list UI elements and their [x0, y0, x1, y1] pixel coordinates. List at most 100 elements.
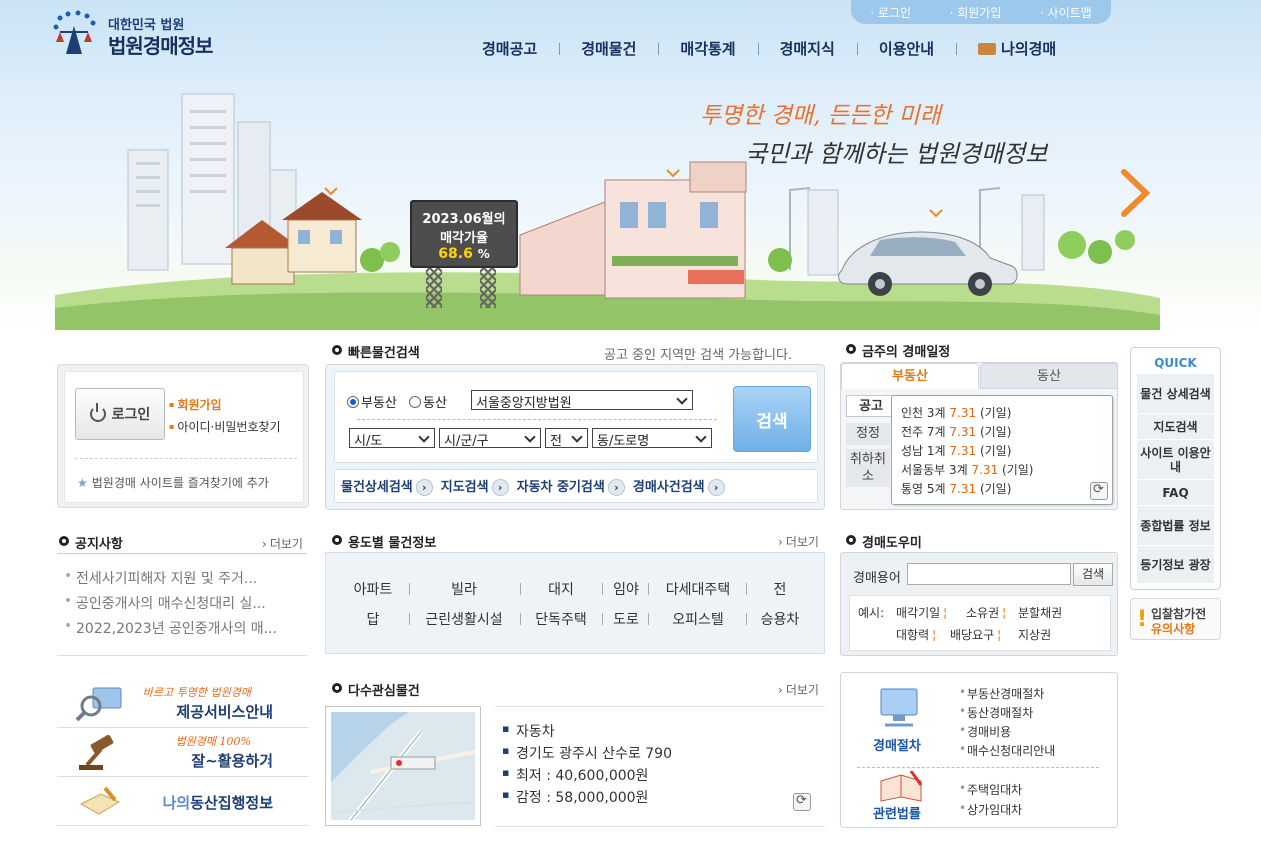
quick-registry-square[interactable]: 등기정보 광장 [1137, 546, 1214, 584]
usage-link-car[interactable]: 승용차 [750, 609, 810, 629]
nav-my-auction[interactable]: 나의경매 [956, 38, 1078, 59]
example-term[interactable]: 배당요구 [950, 626, 1001, 643]
usage-tips-banner[interactable]: 법원경매 100% 잘~활용하기 › [57, 729, 309, 777]
law-link[interactable]: 주택임대차 [959, 781, 1022, 798]
term-search-button[interactable]: 검색 [1073, 563, 1113, 586]
nav-auction-notice[interactable]: 경매공고 [460, 38, 559, 59]
usage-link-neighborhood[interactable]: 근린생활시설 [412, 609, 516, 629]
banner-label: 제공서비스안내 [176, 703, 273, 721]
divider [602, 583, 603, 595]
quick-faq[interactable]: FAQ [1137, 480, 1214, 506]
usage-link-land[interactable]: 대지 [524, 579, 598, 599]
quick-legal-info[interactable]: 종합법률 정보 [1137, 506, 1214, 546]
exclamation-icon: ! [1137, 607, 1148, 632]
usage-link-paddy[interactable]: 답 [340, 609, 406, 629]
billboard-rate-value: 68.6 [438, 246, 473, 262]
site-logo[interactable]: 대한민국 법원 법원경매정보 [52, 10, 232, 60]
next-slide-arrow-icon[interactable] [1118, 168, 1152, 218]
usage-link-apartment[interactable]: 아파트 [340, 579, 406, 599]
procedure-link[interactable]: 동산경매절차 [959, 704, 1033, 721]
law-link[interactable]: 상가임대차 [959, 801, 1022, 818]
divider [495, 706, 825, 707]
usage-link-house[interactable]: 단독주택 [524, 609, 598, 629]
add-favorite-label: 법원경매 사이트를 즐겨찾기에 추가 [91, 476, 269, 490]
popular-more-link[interactable]: 더보기 [778, 681, 819, 698]
find-id-password-link[interactable]: 아이디·비밀번호찾기 [169, 418, 280, 435]
usage-link-multiplex[interactable]: 다세대주택 [652, 579, 744, 599]
radio-unchecked-icon [409, 396, 421, 408]
usage-more-link[interactable]: 더보기 [778, 533, 819, 550]
procedure-label[interactable]: 경매절차 [873, 735, 921, 754]
example-term[interactable]: 소유권 [966, 604, 1006, 621]
nav-guide[interactable]: 이용안내 [856, 38, 956, 59]
law-label[interactable]: 관련법률 [873, 803, 921, 822]
add-favorite-link[interactable]: ★ 법원경매 사이트를 즐겨찾기에 추가 [77, 474, 269, 491]
kind-notice[interactable]: 공고 [846, 395, 896, 417]
kind-withdrawal[interactable]: 취하취소 [846, 449, 890, 487]
radio-movable[interactable]: 동산 [409, 392, 447, 411]
example-term[interactable]: 지상권 [1018, 626, 1051, 643]
notice-item[interactable]: 전세사기피해자 지원 및 주거... [62, 568, 307, 593]
quick-map-search[interactable]: 지도검색 [1137, 414, 1214, 440]
bidding-caution-link[interactable]: ! 입찰참가전 유의사항 [1130, 598, 1221, 640]
service-guide-banner[interactable]: 바르고 투명한 법원경매 제공서비스안내 › [57, 680, 309, 728]
procedure-link[interactable]: 매수신청대리안내 [959, 742, 1055, 759]
procedure-link[interactable]: 부동산경매절차 [959, 685, 1044, 702]
sigungu-select[interactable]: 시/군/구 [439, 428, 541, 448]
popular-item-appraisal: 감정 : 58,000,000원 [502, 787, 672, 809]
usage-link-road[interactable]: 도로 [606, 609, 646, 629]
banner-label: 나의동산집행정보 [163, 792, 273, 813]
banner-label: 잘~활용하기 [191, 752, 273, 770]
example-term[interactable]: 대항력 [896, 626, 936, 643]
notice-item[interactable]: 2022,2023년 공인중개사의 매... [62, 618, 307, 643]
popular-item-address[interactable]: 경기도 광주시 산수로 790 [502, 743, 672, 765]
map-search-link[interactable]: 지도검색 › [441, 476, 509, 496]
refresh-icon[interactable] [1090, 482, 1108, 500]
sido-select[interactable]: 시/도 [349, 428, 435, 448]
login-button[interactable]: 로그인 [75, 388, 165, 440]
refresh-icon[interactable] [793, 793, 811, 811]
eupmyeon-select[interactable]: 전 [545, 428, 588, 448]
usage-category-panel: 아파트 빌라 대지 임야 다세대주택 전 답 근린생활시설 단독주택 도로 오피… [325, 552, 825, 654]
util-join-link[interactable]: 회원가입 [950, 4, 1001, 21]
popular-item-type[interactable]: 자동차 [502, 721, 672, 743]
kind-correction[interactable]: 정정 [846, 423, 890, 445]
schedule-row[interactable]: 전주 7계 7.31 (기일) [901, 423, 1011, 440]
usage-link-officetel[interactable]: 오피스텔 [652, 609, 744, 629]
schedule-row[interactable]: 인천 3계 7.31 (기일) [901, 404, 1011, 421]
map-thumbnail [331, 712, 475, 820]
procedure-link[interactable]: 경매비용 [959, 723, 1011, 740]
detail-search-link[interactable]: 물건상세검색 › [341, 476, 433, 496]
court-select[interactable]: 서울중앙지방법원 [471, 390, 693, 410]
notice-more-link[interactable]: 더보기 [262, 535, 303, 552]
example-term[interactable]: 매각기일 [896, 604, 947, 621]
util-login-link[interactable]: 로그인 [870, 4, 911, 21]
quick-detail-search[interactable]: 물건 상세검색 [1137, 374, 1214, 414]
example-term[interactable]: 분할채권 [1018, 604, 1062, 621]
usage-link-villa[interactable]: 빌라 [412, 579, 516, 599]
schedule-row[interactable]: 통영 5계 7.31 (기일) [901, 480, 1011, 497]
util-sitemap-link[interactable]: 사이트맵 [1040, 4, 1092, 21]
radio-realestate[interactable]: 부동산 [347, 392, 397, 411]
usage-link-forest[interactable]: 임야 [606, 579, 646, 599]
divider [495, 826, 825, 827]
dong-road-select[interactable]: 동/도로명 [592, 428, 712, 448]
usage-link-field[interactable]: 전 [750, 579, 810, 599]
popular-item-map[interactable] [325, 706, 481, 826]
quick-site-guide[interactable]: 사이트 이용안내 [1137, 440, 1214, 480]
notice-item[interactable]: 공인중개사의 매수신청대리 실... [62, 593, 307, 618]
term-search-input[interactable] [907, 563, 1071, 585]
nav-sale-stats[interactable]: 매각통계 [658, 38, 757, 59]
tab-realestate[interactable]: 부동산 [841, 363, 979, 389]
map-search-label: 지도검색 [440, 480, 489, 495]
schedule-row[interactable]: 성남 1계 7.31 (기일) [901, 442, 1011, 459]
quick-search-button[interactable]: 검색 [733, 386, 811, 452]
movable-execution-banner[interactable]: 나의동산집행정보 › [57, 778, 309, 826]
nav-auction-knowledge[interactable]: 경매지식 [757, 38, 857, 59]
tab-movable[interactable]: 동산 [980, 363, 1118, 389]
join-link[interactable]: 회원가입 [169, 396, 221, 413]
schedule-row[interactable]: 서울동부 3계 7.31 (기일) [901, 461, 1033, 478]
case-search-link[interactable]: 경매사건검색 › [633, 476, 725, 496]
vehicle-search-link[interactable]: 자동차 중기검색 › [517, 476, 625, 496]
nav-auction-items[interactable]: 경매물건 [559, 38, 658, 59]
